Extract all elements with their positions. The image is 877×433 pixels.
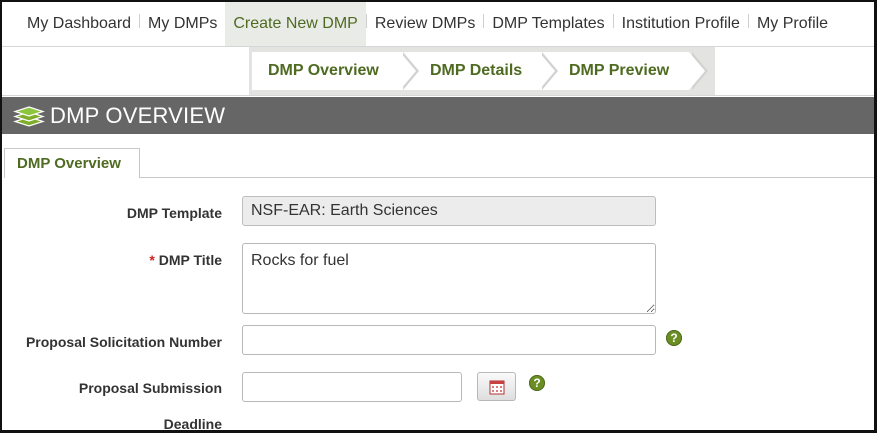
app-frame: My Dashboard My DMPs Create New DMP Revi… [0, 0, 877, 433]
nav-my-dashboard[interactable]: My Dashboard [2, 2, 139, 46]
required-marker: * [149, 252, 155, 268]
dmp-template-label: DMP Template [126, 205, 222, 221]
dmp-template-field[interactable] [242, 196, 656, 226]
nav-review-dmps[interactable]: Review DMPs [367, 2, 483, 46]
layers-icon [13, 105, 45, 127]
tab-dmp-overview[interactable]: DMP Overview [4, 148, 140, 178]
dmp-title-field[interactable]: Rocks for fuel [242, 243, 656, 314]
tab-divider [139, 177, 874, 178]
solicitation-number-field[interactable] [242, 325, 656, 355]
solicitation-number-label: Proposal Solicitation Number [25, 334, 222, 350]
top-nav: My Dashboard My DMPs Create New DMP Revi… [2, 2, 874, 46]
help-icon[interactable]: ? [529, 375, 545, 391]
nav-create-new-dmp[interactable]: Create New DMP [225, 2, 366, 46]
wizard-step-label: DMP Overview [268, 62, 379, 79]
submission-deadline-field[interactable] [242, 372, 462, 402]
wizard-step-preview[interactable]: DMP Preview [539, 52, 708, 90]
calendar-icon [489, 380, 504, 394]
wizard-step-details[interactable]: DMP Details [400, 52, 558, 90]
help-icon[interactable]: ? [666, 330, 682, 346]
wizard-divider [2, 95, 874, 96]
submission-deadline-label-line2: Deadline [163, 416, 222, 432]
section-header: DMP OVERVIEW [2, 97, 874, 134]
submission-deadline-label: Proposal Submission [78, 380, 222, 396]
nav-dmp-templates[interactable]: DMP Templates [484, 2, 612, 46]
section-title: DMP OVERVIEW [50, 102, 226, 128]
nav-my-profile[interactable]: My Profile [749, 2, 836, 46]
tab-label: DMP Overview [17, 155, 121, 172]
wizard-step-label: DMP Preview [569, 62, 670, 79]
nav-my-dmps[interactable]: My DMPs [140, 2, 225, 46]
wizard-step-overview[interactable]: DMP Overview [252, 52, 419, 90]
nav-institution-profile[interactable]: Institution Profile [614, 2, 748, 46]
dmp-title-label: * DMP Title [82, 252, 222, 268]
dmp-title-label-text: DMP Title [158, 252, 222, 268]
calendar-button[interactable] [477, 372, 516, 401]
wizard-steps: DMP Overview DMP Details DMP Preview [249, 47, 715, 95]
wizard-step-label: DMP Details [430, 62, 523, 79]
